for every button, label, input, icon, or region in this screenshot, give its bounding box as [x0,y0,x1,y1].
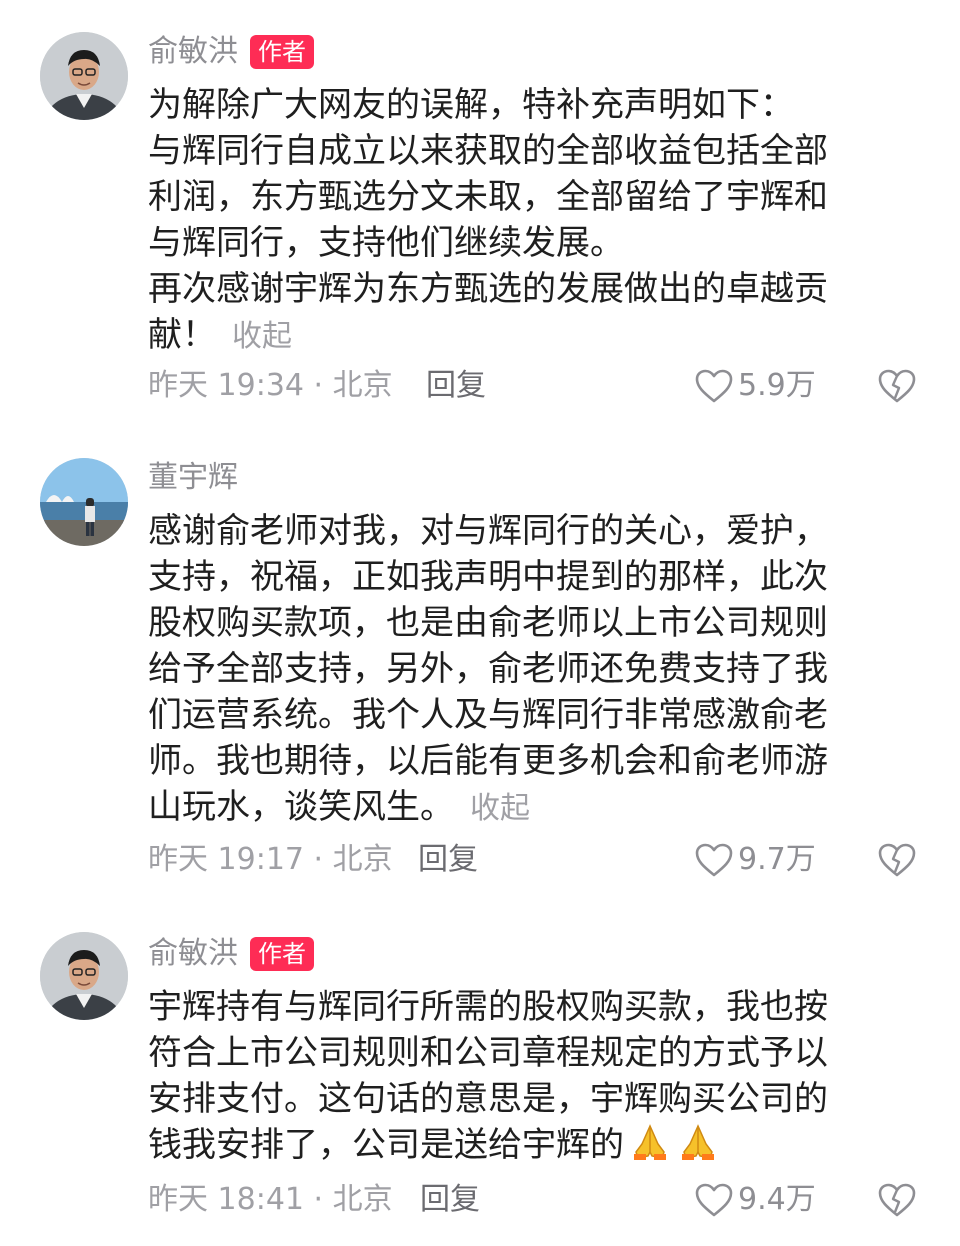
like-count: 5.9万 [738,368,816,403]
person-avatar-icon [40,932,128,1020]
reply-button[interactable]: 回复 [420,1180,480,1220]
comment-line: 安排支付。这句话的意思是，宇辉购买公司的 [148,1079,828,1119]
reply-button[interactable]: 回复 [418,840,478,880]
comment-header: 俞敏洪 作者 [148,32,314,72]
comment-line: 山玩水，谈笑风生。 [148,787,454,827]
heart-icon [695,843,733,877]
collapse-button[interactable]: 收起 [232,319,292,354]
broken-heart-icon [878,843,916,877]
heart-icon [695,1183,733,1217]
comment-meta: 昨天 19:17 · 北京 回复 9.7万 [148,840,928,880]
author-name[interactable]: 俞敏洪 [148,934,238,974]
person-avatar-icon [40,32,128,120]
like-button[interactable]: 9.4万 [694,1180,816,1220]
like-count: 9.4万 [738,1182,816,1217]
dislike-button[interactable] [878,842,916,889]
comment-text: 为解除广大网友的误解，特补充声明如下： 与辉同行自成立以来获取的全部收益包括全部… [148,82,893,358]
comment-header: 董宇辉 [148,458,238,498]
timestamp-location: 昨天 19:34 · 北京 [148,368,393,403]
comment-line: 感谢俞老师对我，对与辉同行的关心，爱护， [148,511,828,551]
author-name[interactable]: 俞敏洪 [148,32,238,72]
heart-icon [695,369,733,403]
comment-line: 献！ [148,315,216,355]
comment-meta: 昨天 18:41 · 北京 回复 9.4万 [148,1180,928,1220]
comment-line: 股权购买款项，也是由俞老师以上市公司规则 [148,603,828,643]
comment-line-last: 山玩水，谈笑风生。 收起 [148,784,893,830]
comment-line: 符合上市公司规则和公司章程规定的方式予以 [148,1033,828,1073]
timestamp-location: 昨天 19:17 · 北京 [148,842,393,877]
timestamp-location: 昨天 18:41 · 北京 [148,1182,393,1217]
broken-heart-icon [878,369,916,403]
comment-text: 宇辉持有与辉同行所需的股权购买款，我也按 符合上市公司规则和公司章程规定的方式予… [148,984,893,1168]
reply-button[interactable]: 回复 [426,366,486,406]
comment-line: 为解除广大网友的误解，特补充声明如下： [148,85,794,125]
comment-line: 宇辉持有与辉同行所需的股权购买款，我也按 [148,987,828,1027]
comment-header: 俞敏洪 作者 [148,934,314,974]
author-badge: 作者 [250,35,314,69]
comment-line: 钱我安排了，公司是送给宇辉的 [148,1125,624,1165]
author-badge: 作者 [250,937,314,971]
comment-line: 与辉同行自成立以来获取的全部收益包括全部 [148,131,828,171]
like-button[interactable]: 9.7万 [694,840,816,880]
avatar[interactable] [40,932,128,1020]
landscape-avatar-icon [40,458,128,546]
comment-line: 利润，东方甄选分文未取，全部留给了宇辉和 [148,177,828,217]
like-button[interactable]: 5.9万 [694,366,816,406]
folded-hands-icon [682,1124,714,1160]
comment-line-last: 献！ 收起 [148,312,893,358]
comment-line: 们运营系统。我个人及与辉同行非常感激俞老 [148,695,828,735]
author-name[interactable]: 董宇辉 [148,458,238,498]
comment-line: 支持，祝福，正如我声明中提到的那样，此次 [148,557,828,597]
comment-line: 给予全部支持，另外，俞老师还免费支持了我 [148,649,828,689]
collapse-button[interactable]: 收起 [470,791,530,826]
dislike-button[interactable] [878,368,916,415]
broken-heart-icon [878,1183,916,1217]
like-count: 9.7万 [738,842,816,877]
comment-line: 师。我也期待，以后能有更多机会和俞老师游 [148,741,828,781]
comment-meta: 昨天 19:34 · 北京 回复 5.9万 [148,366,928,406]
comment-text: 感谢俞老师对我，对与辉同行的关心，爱护， 支持，祝福，正如我声明中提到的那样，此… [148,508,893,830]
comment-line: 再次感谢宇辉为东方甄选的发展做出的卓越贡 [148,269,828,309]
folded-hands-icon [634,1124,666,1160]
avatar[interactable] [40,32,128,120]
dislike-button[interactable] [878,1182,916,1229]
comment-line-last: 钱我安排了，公司是送给宇辉的 [148,1122,893,1168]
avatar[interactable] [40,458,128,546]
comment-line: 与辉同行，支持他们继续发展。 [148,223,624,263]
